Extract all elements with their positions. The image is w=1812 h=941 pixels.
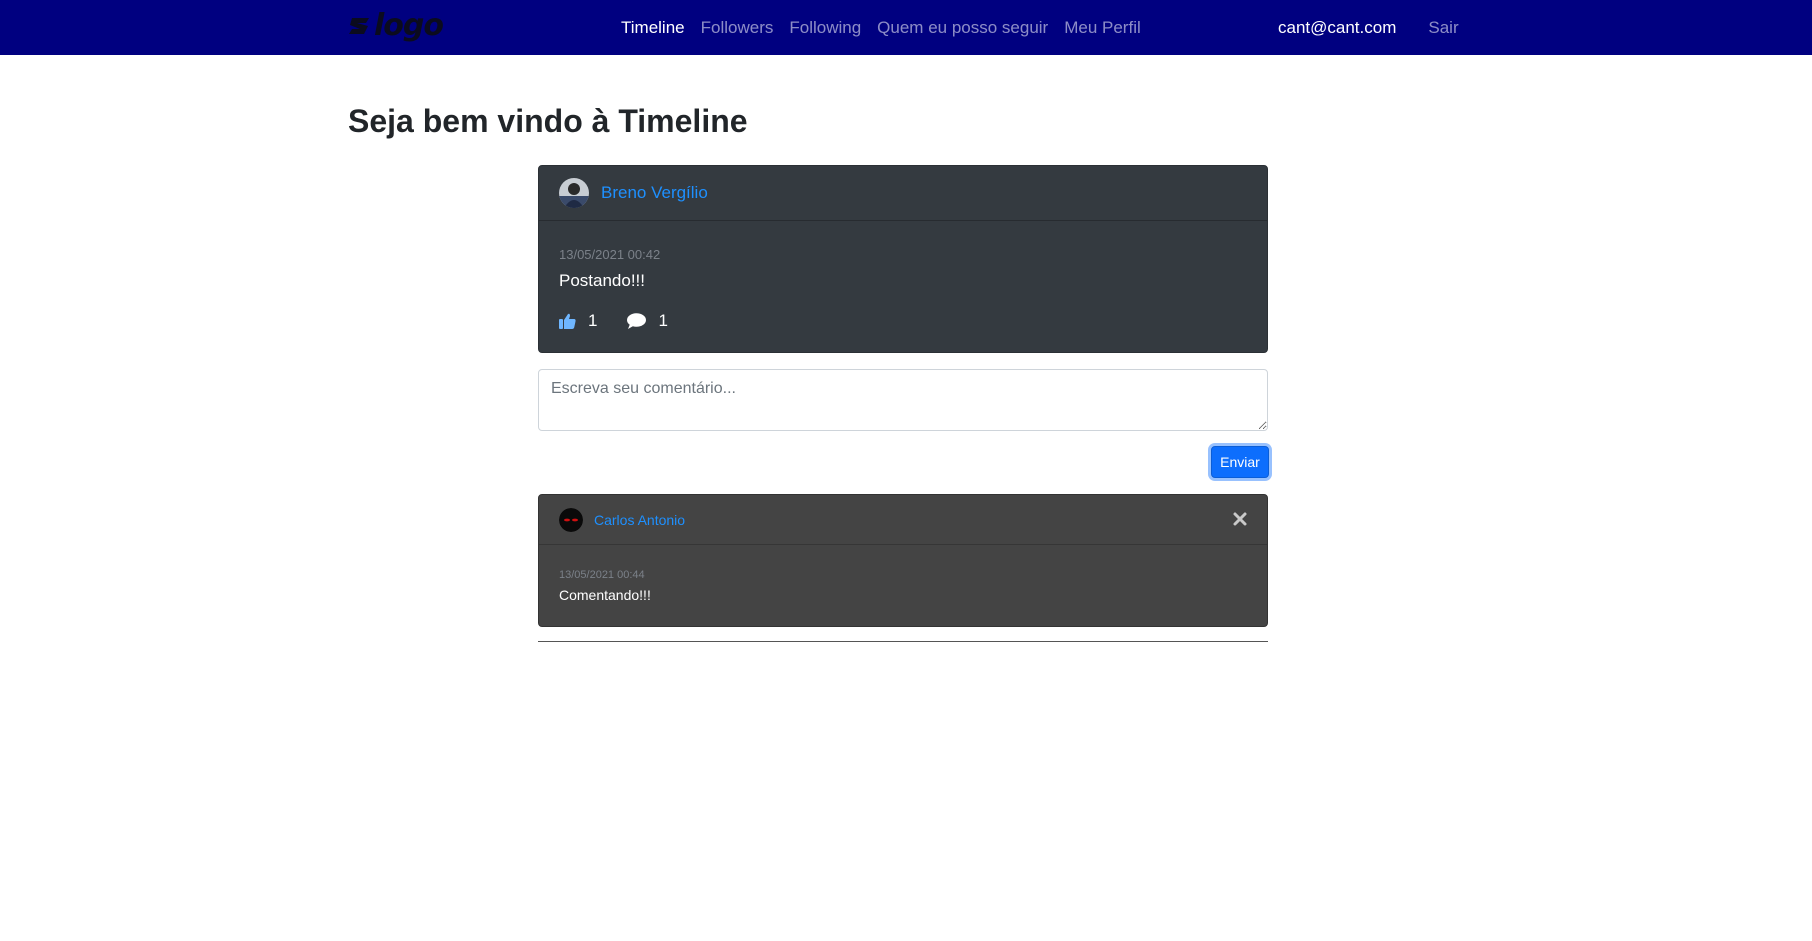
user-email: cant@cant.com bbox=[1278, 17, 1397, 37]
comment-count: 1 bbox=[658, 311, 668, 330]
logo[interactable]: logo bbox=[348, 8, 444, 44]
avatar[interactable] bbox=[559, 507, 583, 532]
comment-body: 13/05/2021 00:44 Comentando!!! bbox=[539, 545, 1267, 603]
comment-header: Carlos Antonio bbox=[539, 495, 1267, 545]
post-body: 13/05/2021 00:42 Postando!!! 1 1 bbox=[539, 221, 1267, 331]
avatar[interactable] bbox=[559, 178, 589, 208]
comment-toggle-button[interactable]: 1 bbox=[627, 311, 668, 331]
user-menu: cant@cant.com Sair bbox=[1278, 0, 1459, 55]
send-comment-button[interactable]: Enviar bbox=[1211, 446, 1269, 478]
nav-link-timeline[interactable]: Timeline bbox=[621, 18, 685, 38]
close-icon[interactable] bbox=[1231, 510, 1249, 528]
user-avatar-icon bbox=[559, 178, 589, 208]
comment-text: Comentando!!! bbox=[559, 587, 651, 603]
thumbs-up-icon bbox=[559, 313, 576, 329]
divider bbox=[538, 641, 1268, 642]
post-header: Breno Vergílio bbox=[539, 166, 1267, 221]
comment-date: 13/05/2021 00:44 bbox=[559, 569, 645, 581]
nav-link-followers[interactable]: Followers bbox=[701, 18, 774, 38]
main-nav: Timeline Followers Following Quem eu pos… bbox=[621, 0, 1157, 55]
post-actions: 1 1 bbox=[559, 311, 1247, 331]
logo-mark-icon bbox=[349, 18, 369, 34]
comment-icon bbox=[627, 313, 647, 329]
nav-link-who-to-follow[interactable]: Quem eu posso seguir bbox=[877, 18, 1048, 38]
commenter-avatar-icon bbox=[559, 507, 583, 532]
post-card: Breno Vergílio 13/05/2021 00:42 Postando… bbox=[538, 165, 1268, 353]
logo-text: logo bbox=[374, 8, 444, 43]
navbar: logo Timeline Followers Following Quem e… bbox=[0, 0, 1812, 55]
post-author-link[interactable]: Breno Vergílio bbox=[601, 183, 708, 203]
nav-link-following[interactable]: Following bbox=[789, 18, 861, 38]
comment-card: Carlos Antonio 13/05/2021 00:44 Comentan… bbox=[538, 494, 1268, 627]
like-button[interactable]: 1 bbox=[559, 311, 597, 331]
nav-link-my-profile[interactable]: Meu Perfil bbox=[1064, 18, 1141, 38]
post-date: 13/05/2021 00:42 bbox=[559, 247, 661, 262]
like-count: 1 bbox=[588, 311, 598, 330]
page-title: Seja bem vindo à Timeline bbox=[348, 103, 748, 139]
post-text: Postando!!! bbox=[559, 271, 646, 290]
logout-link[interactable]: Sair bbox=[1428, 18, 1458, 38]
comment-input[interactable] bbox=[538, 369, 1268, 431]
comment-author-link[interactable]: Carlos Antonio bbox=[594, 512, 685, 528]
